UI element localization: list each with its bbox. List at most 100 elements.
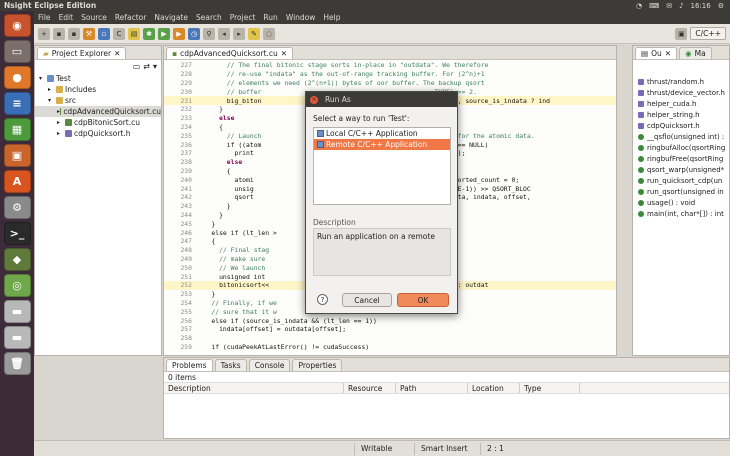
outline-item[interactable]: qsort_warp(unsigned*: [633, 164, 729, 175]
menu-item-file[interactable]: File: [34, 13, 55, 22]
outline-item[interactable]: ringbufFree(qsortRing: [633, 153, 729, 164]
menu-item-project[interactable]: Project: [226, 13, 260, 22]
close-icon[interactable]: ✕: [114, 49, 120, 58]
outline-item[interactable]: helper_string.h: [633, 109, 729, 120]
collapse-all-icon[interactable]: ▭: [133, 62, 141, 71]
column-header-path[interactable]: Path: [396, 383, 468, 393]
collapse-arrow-icon[interactable]: ▸: [48, 86, 56, 93]
forward-icon[interactable]: ▸: [233, 27, 245, 40]
drive-icon[interactable]: ▬: [3, 300, 31, 323]
power-icon[interactable]: ⚙: [718, 2, 724, 10]
keyboard-icon[interactable]: ⌨: [649, 2, 659, 10]
outline-item-label: thrust/random.h: [647, 77, 705, 86]
tab-make-target[interactable]: ◉ Ma: [679, 47, 712, 59]
column-header-type[interactable]: Type: [520, 383, 580, 393]
collapse-arrow-icon[interactable]: ▾: [48, 97, 56, 104]
outline-item[interactable]: ringbufAlloc(qsortRing: [633, 142, 729, 153]
tab-project-explorer[interactable]: ▰ Project Explorer ✕: [37, 47, 127, 59]
tree-item[interactable]: ▾ src: [35, 95, 161, 106]
project-tree: ▾ Test ▸ Includes ▾ src ▸ cdpAdvancedQuicks…: [35, 73, 161, 139]
column-header-resource[interactable]: Resource: [344, 383, 396, 393]
column-header-location[interactable]: Location: [468, 383, 520, 393]
quick-access-icon[interactable]: ▣: [675, 27, 688, 40]
firefox-icon[interactable]: ●: [3, 66, 31, 89]
tab-console[interactable]: Console: [248, 359, 291, 371]
expand-arrow-icon[interactable]: ▸: [57, 130, 65, 137]
trash-icon[interactable]: 🗑: [3, 352, 31, 375]
drive-icon-2[interactable]: ▬: [3, 326, 31, 349]
tree-item[interactable]: ▸ cdpBitonicSort.cu: [35, 117, 161, 128]
outline-item[interactable]: main(int, char*[]) : int: [633, 208, 729, 219]
cancel-button[interactable]: Cancel: [342, 293, 392, 307]
menu-item-help[interactable]: Help: [319, 13, 344, 22]
external-tools-icon[interactable]: ▶: [173, 27, 185, 40]
code-line: 256 else if (source_is_indata && (lt_len…: [164, 316, 616, 325]
perspective-cpp-button[interactable]: C/C++: [690, 27, 726, 40]
run-option[interactable]: Local C/C++ Application: [314, 128, 450, 139]
nvidia-icon[interactable]: ◎: [3, 274, 31, 297]
volume-icon[interactable]: ♪: [679, 2, 683, 10]
settings-icon[interactable]: ⚙: [3, 196, 31, 219]
toggle-mark-icon[interactable]: ◌: [263, 27, 275, 40]
tab-editor-file[interactable]: ▪ cdpAdvancedQuicksort.cu ✕: [166, 47, 294, 59]
open-type-icon[interactable]: C: [113, 27, 125, 40]
column-header-description[interactable]: Description: [164, 383, 344, 393]
close-icon[interactable]: ✕: [310, 95, 318, 104]
new-project-icon[interactable]: ▫: [98, 27, 110, 40]
outline-item[interactable]: cdpQuicksort.h: [633, 120, 729, 131]
link-editor-icon[interactable]: ⇄: [143, 62, 150, 71]
back-icon[interactable]: ◂: [218, 27, 230, 40]
help-icon[interactable]: ?: [317, 294, 328, 305]
outline-item[interactable]: run_quicksort_cdp(un: [633, 175, 729, 186]
tab-problems[interactable]: Problems: [166, 359, 213, 371]
menu-item-source[interactable]: Source: [77, 13, 111, 22]
expand-arrow-icon[interactable]: ▸: [57, 119, 65, 126]
build-icon[interactable]: ⚒: [83, 27, 95, 40]
save-icon[interactable]: ▪: [53, 27, 65, 40]
dash-icon[interactable]: ◉: [3, 14, 31, 37]
software-center-icon[interactable]: A: [3, 170, 31, 193]
search-icon[interactable]: ⚲: [203, 27, 215, 40]
close-icon[interactable]: ✕: [281, 49, 287, 58]
mail-icon[interactable]: ✉: [666, 2, 672, 10]
menu-item-run[interactable]: Run: [259, 13, 281, 22]
annotation-icon[interactable]: ✎: [248, 27, 260, 40]
open-resource-icon[interactable]: ▤: [128, 27, 140, 40]
clock[interactable]: 16:16: [691, 2, 711, 10]
tab-outline[interactable]: ▤ Ou ✕: [635, 47, 678, 59]
terminal-icon[interactable]: >_: [3, 222, 31, 245]
debug-icon[interactable]: ✱: [143, 27, 155, 40]
outline-item[interactable]: __qsflo(unsigned int) :: [633, 131, 729, 142]
collapse-arrow-icon[interactable]: ▾: [39, 75, 47, 82]
close-icon[interactable]: ✕: [665, 49, 671, 58]
menu-item-edit[interactable]: Edit: [55, 13, 78, 22]
menu-item-refactor[interactable]: Refactor: [111, 13, 150, 22]
outline-item[interactable]: usage() : void: [633, 197, 729, 208]
save-all-icon[interactable]: ▪: [68, 27, 80, 40]
ok-button[interactable]: OK: [397, 293, 449, 307]
outline-item[interactable]: thrust/random.h: [633, 76, 729, 87]
writer-icon[interactable]: ≡: [3, 92, 31, 115]
run-icon[interactable]: ▶: [158, 27, 170, 40]
nsight-icon[interactable]: ◆: [3, 248, 31, 271]
profile-icon[interactable]: ◷: [188, 27, 200, 40]
outline-item[interactable]: helper_cuda.h: [633, 98, 729, 109]
impress-icon[interactable]: ▣: [3, 144, 31, 167]
run-option[interactable]: Remote C/C++ Application: [314, 139, 450, 150]
tree-item[interactable]: ▾ Test: [35, 73, 161, 84]
new-icon[interactable]: +: [38, 27, 50, 40]
tree-item[interactable]: ▸ Includes: [35, 84, 161, 95]
outline-item[interactable]: thrust/device_vector.h: [633, 87, 729, 98]
tree-item[interactable]: ▸ cdpAdvancedQuicksort.cu: [35, 106, 161, 117]
calc-icon[interactable]: ▦: [3, 118, 31, 141]
wifi-icon[interactable]: ◔: [636, 2, 642, 10]
files-icon[interactable]: ▭: [3, 40, 31, 63]
tree-item[interactable]: ▸ cdpQuicksort.h: [35, 128, 161, 139]
menu-item-navigate[interactable]: Navigate: [150, 13, 192, 22]
menu-item-search[interactable]: Search: [192, 13, 226, 22]
view-menu-icon[interactable]: ▾: [153, 62, 157, 71]
outline-item[interactable]: run_qsort(unsigned in: [633, 186, 729, 197]
tab-properties[interactable]: Properties: [292, 359, 343, 371]
menu-item-window[interactable]: Window: [282, 13, 320, 22]
tab-tasks[interactable]: Tasks: [214, 359, 247, 371]
